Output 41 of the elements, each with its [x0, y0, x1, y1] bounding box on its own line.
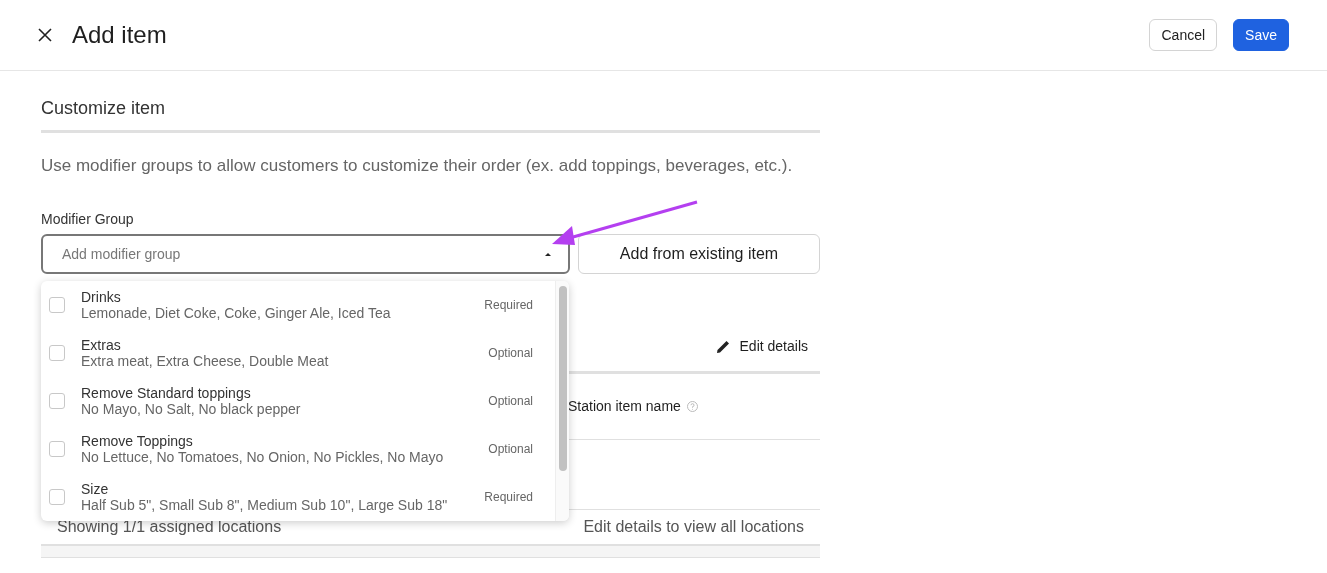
requirement-label: Optional	[488, 345, 533, 362]
option-name: Remove Toppings	[81, 432, 194, 449]
modifier-option[interactable]: Remove Toppings No Lettuce, No Tomatoes, No Onion, No Pickles, No Mayo Optional	[41, 425, 555, 473]
edit-details-button[interactable]: Edit details	[716, 336, 820, 357]
option-items: Half Sub 5", Small Sub 8", Medium Sub 10", Large Sub 18"	[81, 496, 449, 514]
column-header: Station item name	[568, 397, 681, 416]
option-name: Size	[81, 480, 110, 497]
modifier-input[interactable]: Add modifier group	[62, 243, 544, 265]
option-items: No Lettuce, No Tomatoes, No Onion, No Pickles, No Mayo	[81, 448, 445, 466]
requirement-label: Required	[484, 489, 533, 506]
add-from-existing-button[interactable]: Add from existing item	[578, 234, 820, 274]
checkbox[interactable]	[49, 393, 65, 409]
option-name: Drinks	[81, 288, 122, 305]
option-name: Extras	[81, 336, 122, 353]
locations-hint: Edit details to view all locations	[583, 517, 804, 537]
option-items: No Mayo, No Salt, No black pepper	[81, 400, 302, 418]
page-title: Add item	[72, 20, 167, 50]
modifier-option[interactable]: Remove Standard toppings No Mayo, No Salt, No black pepper Optional	[41, 377, 555, 425]
requirement-label: Required	[484, 297, 533, 314]
checkbox[interactable]	[49, 297, 65, 313]
scrollbar[interactable]	[555, 281, 569, 521]
pencil-icon	[716, 340, 730, 353]
section-title: Customize item	[41, 71, 820, 133]
modifier-group-dropdown[interactable]: Add modifier group	[41, 234, 570, 274]
requirement-label: Optional	[488, 393, 533, 410]
modifier-option[interactable]: Extras Extra meat, Extra Cheese, Double Meat Optional	[41, 329, 555, 377]
requirement-label: Optional	[488, 441, 533, 458]
checkbox[interactable]	[49, 489, 65, 505]
cancel-button[interactable]: Cancel	[1149, 19, 1218, 51]
modifier-option[interactable]: Drinks Lemonade, Diet Coke, Coke, Ginger Ale, Iced Tea Required	[41, 281, 555, 329]
save-button[interactable]: Save	[1233, 19, 1289, 51]
option-name: Remove Standard toppings	[81, 384, 252, 401]
close-icon[interactable]	[38, 28, 52, 42]
checkbox[interactable]	[49, 441, 65, 457]
option-items: Extra meat, Extra Cheese, Double Meat	[81, 352, 330, 370]
field-label: Modifier Group	[41, 210, 135, 229]
option-items: Lemonade, Diet Coke, Coke, Ginger Ale, Iced Tea	[81, 304, 392, 322]
section-description: Use modifier groups to allow customers to customize their order (ex. add toppings, beverages, etc.).	[41, 155, 794, 177]
help-icon	[686, 401, 698, 412]
modifier-option[interactable]: Size Half Sub 5", Small Sub 8", Medium Sub 10", Large Sub 18" Required	[41, 473, 555, 521]
checkbox[interactable]	[49, 345, 65, 361]
